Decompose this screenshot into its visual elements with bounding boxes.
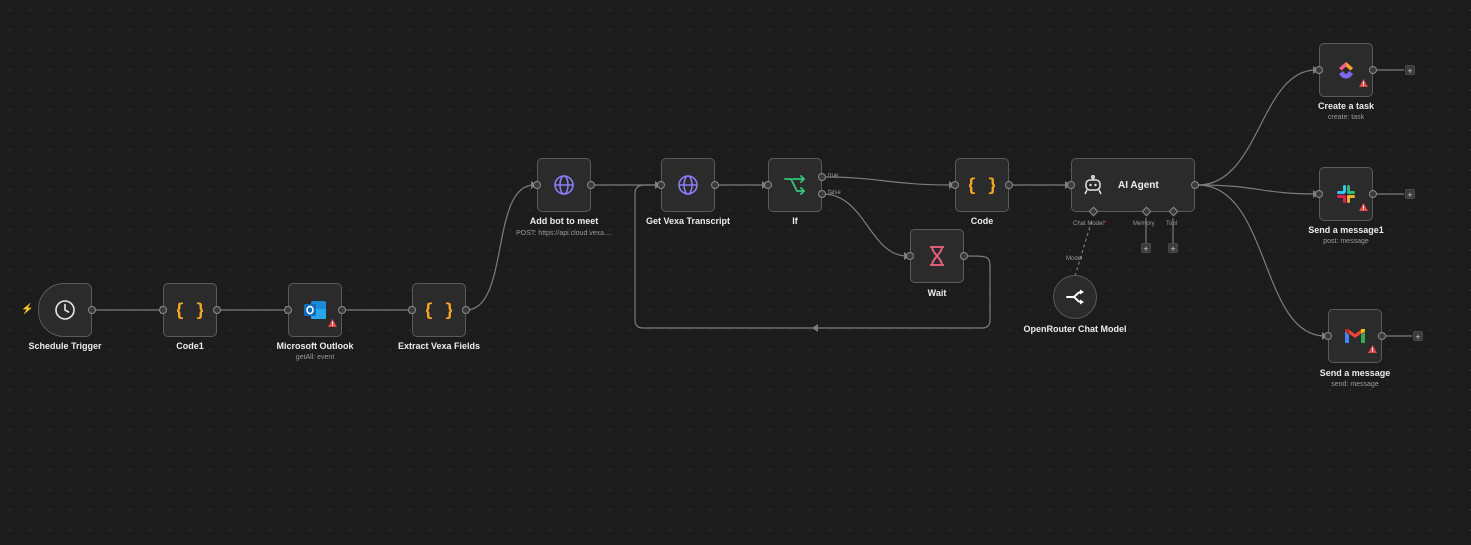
svg-text:{ }: { }	[177, 300, 203, 321]
node-subtitle: send: message	[1331, 381, 1379, 388]
node-label: Create a task	[1317, 101, 1375, 111]
edge-model-agent	[1074, 219, 1093, 277]
node-create-a-task[interactable]	[1315, 43, 1377, 97]
node-code1[interactable]: { }	[159, 283, 221, 337]
node-label: If	[792, 216, 798, 226]
output-handle[interactable]	[960, 252, 968, 260]
output-handle[interactable]	[462, 306, 470, 314]
node-label: Extract Vexa Fields	[397, 341, 481, 351]
output-handle[interactable]	[1378, 332, 1386, 340]
add-next-node-button[interactable]: +	[1405, 65, 1415, 76]
code-braces-icon: { }	[969, 174, 995, 196]
node-add-bot-to-meet[interactable]	[533, 158, 595, 212]
input-handle[interactable]	[764, 181, 772, 189]
node-label: Wait	[927, 288, 947, 298]
edge-if-true-code	[822, 176, 953, 186]
robot-icon	[1082, 174, 1104, 196]
node-subtitle: POST: https://api.cloud.vexa....	[516, 230, 612, 237]
branch-icon	[783, 175, 807, 195]
openrouter-icon	[1065, 289, 1085, 305]
input-handle[interactable]	[1067, 181, 1075, 189]
output-handle[interactable]	[587, 181, 595, 189]
output-handle[interactable]	[1369, 66, 1377, 74]
node-microsoft-outlook[interactable]	[284, 283, 346, 337]
warning-icon	[1368, 340, 1377, 358]
hourglass-icon	[928, 245, 946, 267]
node-ai-agent[interactable]: AI Agent	[1067, 158, 1199, 217]
globe-icon	[553, 174, 575, 196]
node-subtitle: post: message	[1323, 238, 1369, 245]
output-handle[interactable]	[1005, 181, 1013, 189]
output-handle[interactable]	[1191, 181, 1199, 189]
node-schedule-trigger[interactable]	[38, 283, 96, 337]
node-send-a-message1[interactable]	[1315, 167, 1377, 221]
node-label: Code	[970, 216, 994, 226]
edge-agent-clickup	[1197, 69, 1317, 186]
clickup-icon	[1335, 59, 1357, 81]
output-handle[interactable]	[711, 181, 719, 189]
arrow-loop	[812, 324, 818, 332]
node-label: Send a message1	[1308, 225, 1384, 235]
false-branch-label: false	[828, 190, 841, 196]
svg-text:{ }: { }	[426, 300, 452, 321]
node-get-vexa-transcript[interactable]	[657, 158, 719, 212]
add-memory-button[interactable]: +	[1141, 243, 1151, 254]
true-output-handle[interactable]	[818, 173, 826, 181]
false-output-handle[interactable]	[818, 190, 826, 198]
node-wait[interactable]	[906, 229, 968, 283]
true-branch-label: true	[828, 173, 839, 179]
slack-icon	[1335, 183, 1357, 205]
node-extract-vexa-fields[interactable]: { }	[408, 283, 470, 337]
input-handle[interactable]	[1324, 332, 1332, 340]
node-if[interactable]	[764, 158, 826, 212]
gmail-icon	[1343, 327, 1367, 345]
memory-port-label: Memory	[1133, 221, 1155, 227]
required-asterisk: *	[1103, 221, 1107, 227]
model-port-label: Model	[1066, 256, 1083, 262]
warning-icon	[328, 314, 337, 332]
input-handle[interactable]	[284, 306, 292, 314]
node-subtitle: create: task	[1327, 114, 1365, 121]
node-send-a-message[interactable]	[1324, 309, 1386, 363]
globe-icon	[677, 174, 699, 196]
trigger-bolt-icon: ⚡	[21, 304, 34, 315]
input-handle[interactable]	[906, 252, 914, 260]
output-handle[interactable]	[88, 306, 96, 314]
chat-model-text: Chat Model	[1073, 221, 1104, 227]
connections-layer	[94, 66, 1412, 340]
input-handle[interactable]	[159, 306, 167, 314]
agent-title: AI Agent	[1118, 179, 1159, 191]
input-handle[interactable]	[1315, 190, 1323, 198]
code-braces-icon: { }	[177, 299, 203, 321]
edge-agent-slack	[1197, 184, 1317, 195]
svg-text:{ }: { }	[969, 175, 995, 196]
add-next-node-button[interactable]: +	[1405, 189, 1415, 200]
edge-extract-addbot	[465, 184, 535, 311]
node-subtitle: getAll: event	[295, 354, 335, 361]
output-handle[interactable]	[213, 306, 221, 314]
output-handle[interactable]	[1369, 190, 1377, 198]
clock-icon	[54, 299, 76, 321]
node-label: OpenRouter Chat Model	[1023, 324, 1127, 334]
input-handle[interactable]	[951, 181, 959, 189]
warning-icon	[1359, 198, 1368, 216]
edge-agent-gmail	[1197, 184, 1326, 337]
input-handle[interactable]	[657, 181, 665, 189]
node-label: Send a message	[1319, 368, 1391, 378]
chat-model-port-label: Chat Model*	[1073, 221, 1106, 227]
input-handle[interactable]	[533, 181, 541, 189]
input-handle[interactable]	[1315, 66, 1323, 74]
code-braces-icon: { }	[426, 299, 452, 321]
node-code[interactable]: { }	[951, 158, 1013, 212]
node-openrouter-chat-model[interactable]	[1053, 275, 1097, 319]
warning-icon	[1359, 74, 1368, 92]
input-handle[interactable]	[408, 306, 416, 314]
tool-port-label: Tool	[1166, 221, 1178, 227]
add-tool-button[interactable]: +	[1168, 243, 1178, 254]
add-next-node-button[interactable]: +	[1413, 331, 1423, 342]
output-handle[interactable]	[338, 306, 346, 314]
outlook-icon	[303, 299, 327, 321]
